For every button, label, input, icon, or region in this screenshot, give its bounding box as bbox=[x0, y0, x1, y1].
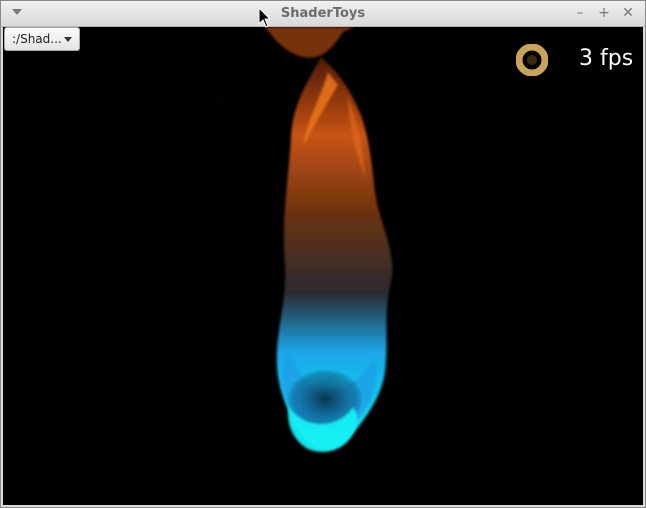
shader-select-dropdown[interactable]: :/Shad... bbox=[4, 27, 80, 51]
mouse-cursor-icon bbox=[258, 7, 272, 29]
shadertoys-window: ShaderToys – + ✕:/Shad... 3 fps bbox=[0, 0, 646, 508]
shader-select-value: :/Shad... bbox=[12, 32, 62, 46]
window-title: ShaderToys bbox=[280, 6, 366, 21]
ring-icon bbox=[516, 44, 548, 76]
flame-render bbox=[208, 27, 393, 452]
title-bar[interactable]: ShaderToys – + ✕ bbox=[1, 1, 645, 27]
shader-canvas[interactable] bbox=[3, 27, 643, 505]
fps-counter: 3 fps bbox=[579, 46, 634, 71]
close-button[interactable]: ✕ bbox=[619, 4, 637, 22]
maximize-button[interactable]: + bbox=[595, 4, 613, 22]
minimize-button[interactable]: – bbox=[571, 4, 589, 22]
chevron-down-icon bbox=[64, 37, 72, 42]
